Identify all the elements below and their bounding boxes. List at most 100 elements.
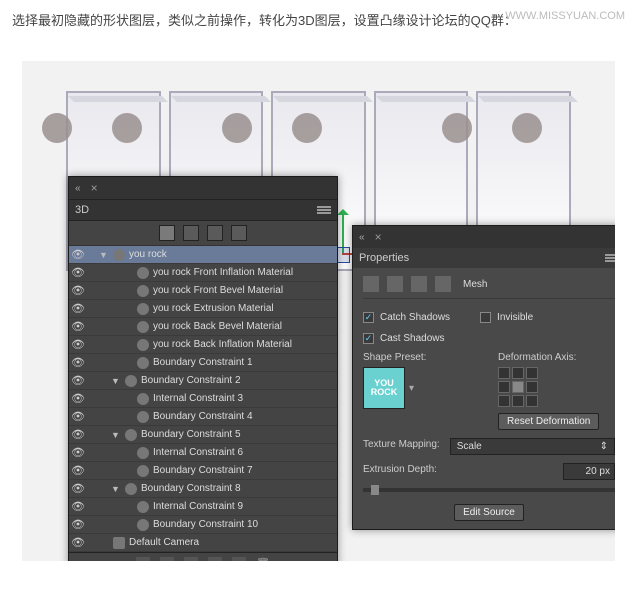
- visibility-icon[interactable]: 👁: [69, 518, 87, 531]
- visibility-icon[interactable]: 👁: [69, 464, 87, 477]
- visibility-icon[interactable]: 👁: [69, 374, 87, 387]
- panel-3d-header[interactable]: « ×: [69, 177, 337, 200]
- visibility-icon[interactable]: 👁: [69, 410, 87, 423]
- expand-arrow-icon[interactable]: ▼: [111, 376, 121, 386]
- visibility-icon[interactable]: 👁: [69, 536, 87, 549]
- export-icon[interactable]: [232, 557, 246, 561]
- menu-icon[interactable]: [605, 253, 615, 263]
- mesh-icon: [125, 429, 137, 441]
- circle-shape: [292, 113, 322, 143]
- visibility-icon[interactable]: 👁: [69, 320, 87, 333]
- checkbox-icon[interactable]: [480, 312, 491, 323]
- panel-properties-header[interactable]: « ×: [353, 226, 615, 248]
- filter-material-icon[interactable]: [207, 225, 223, 241]
- extrusion-depth-input[interactable]: 20 px: [563, 463, 615, 480]
- layer-row[interactable]: 👁 Internal Constraint 3: [69, 390, 337, 408]
- texture-mapping-select[interactable]: Scale ⇕: [450, 438, 615, 455]
- visibility-icon[interactable]: 👁: [69, 356, 87, 369]
- visibility-icon[interactable]: 👁: [69, 392, 87, 405]
- layer-row[interactable]: 👁 ▼ Boundary Constraint 2: [69, 372, 337, 390]
- layer-row[interactable]: 👁Default Camera: [69, 534, 337, 552]
- collapse-icon[interactable]: «: [359, 232, 365, 243]
- layer-row[interactable]: 👁Boundary Constraint 10: [69, 516, 337, 534]
- visibility-icon[interactable]: 👁: [69, 266, 87, 279]
- panel-3d-title: 3D: [75, 204, 89, 216]
- mesh-icon: [125, 375, 137, 387]
- expand-arrow-icon[interactable]: ▼: [111, 430, 121, 440]
- layer-row[interactable]: 👁you rock Extrusion Material: [69, 300, 337, 318]
- layer-row[interactable]: 👁you rock Back Bevel Material: [69, 318, 337, 336]
- visibility-icon[interactable]: 👁: [69, 284, 87, 297]
- mesh-mode-icon[interactable]: [363, 276, 379, 292]
- panel-3d-tab[interactable]: 3D: [69, 200, 337, 221]
- edit-source-button[interactable]: Edit Source: [454, 504, 524, 521]
- checkbox-icon[interactable]: [363, 333, 374, 344]
- filter-light-icon[interactable]: [231, 225, 247, 241]
- panel-3d-toolbar: [69, 221, 337, 246]
- mesh-icon: [137, 321, 149, 333]
- checkbox-icon[interactable]: [363, 312, 374, 323]
- shape-preset-thumb[interactable]: YOU ROCK: [363, 367, 405, 409]
- reset-deformation-button[interactable]: Reset Deformation: [498, 413, 599, 430]
- layer-row[interactable]: 👁Boundary Constraint 7: [69, 462, 337, 480]
- scene-icon[interactable]: [184, 557, 198, 561]
- expand-arrow-icon[interactable]: ▼: [111, 484, 121, 494]
- panel-properties-title: Properties: [359, 252, 409, 264]
- cast-shadows-checkbox[interactable]: Cast Shadows: [363, 333, 615, 344]
- layer-row[interactable]: 👁 you rock Back Inflation Material: [69, 336, 337, 354]
- catch-shadows-checkbox[interactable]: Catch Shadows: [363, 312, 450, 323]
- mesh-icon: [113, 249, 125, 261]
- invisible-checkbox[interactable]: Invisible: [480, 312, 533, 323]
- render-icon[interactable]: [208, 557, 222, 561]
- visibility-icon[interactable]: 👁: [69, 446, 87, 459]
- cap-mode-icon[interactable]: [411, 276, 427, 292]
- menu-icon[interactable]: [317, 205, 331, 215]
- light-icon[interactable]: [160, 557, 174, 561]
- chevron-updown-icon: ⇕: [600, 441, 608, 452]
- layer-label: Boundary Constraint 2: [141, 375, 333, 386]
- layer-row[interactable]: 👁Internal Constraint 6: [69, 444, 337, 462]
- close-icon[interactable]: ×: [375, 230, 382, 244]
- visibility-icon[interactable]: 👁: [69, 302, 87, 315]
- visibility-icon[interactable]: 👁: [69, 500, 87, 513]
- slider-thumb[interactable]: [371, 485, 379, 495]
- layer-label: Boundary Constraint 5: [141, 429, 333, 440]
- visibility-icon[interactable]: 👁: [69, 428, 87, 441]
- layer-row[interactable]: 👁Internal Constraint 9: [69, 498, 337, 516]
- layer-row[interactable]: 👁 ▼ Boundary Constraint 5: [69, 426, 337, 444]
- deform-mode-icon[interactable]: [387, 276, 403, 292]
- collapse-icon[interactable]: «: [75, 183, 81, 194]
- cast-shadows-label: Cast Shadows: [380, 333, 444, 344]
- close-icon[interactable]: ×: [91, 181, 98, 195]
- mesh-icon: [137, 447, 149, 459]
- filter-mesh-icon[interactable]: [183, 225, 199, 241]
- layer-row[interactable]: 👁 ▼ Boundary Constraint 8: [69, 480, 337, 498]
- chevron-down-icon[interactable]: ▾: [409, 383, 414, 394]
- filter-scene-icon[interactable]: [159, 225, 175, 241]
- mesh-icon: [125, 483, 137, 495]
- layer-label: Internal Constraint 3: [153, 393, 333, 404]
- mesh-icon: [137, 519, 149, 531]
- visibility-icon[interactable]: 👁: [69, 248, 87, 261]
- deformation-axis-grid[interactable]: [498, 367, 538, 407]
- mesh-icon: [137, 501, 149, 513]
- layer-label: Boundary Constraint 8: [141, 483, 333, 494]
- expand-arrow-icon[interactable]: ▼: [99, 250, 109, 260]
- visibility-icon[interactable]: 👁: [69, 338, 87, 351]
- mesh-icon: [137, 411, 149, 423]
- panel-properties-tab[interactable]: Properties: [353, 248, 615, 268]
- mesh-icon: [137, 357, 149, 369]
- layer-row[interactable]: 👁Boundary Constraint 4: [69, 408, 337, 426]
- layer-label: you rock Back Inflation Material: [153, 339, 333, 350]
- trash-icon[interactable]: 🗑: [256, 557, 270, 561]
- layer-label: you rock Front Bevel Material: [153, 285, 333, 296]
- extrusion-slider[interactable]: [363, 488, 615, 492]
- add-icon[interactable]: [136, 557, 150, 561]
- visibility-icon[interactable]: 👁: [69, 482, 87, 495]
- layer-row[interactable]: 👁 you rock Front Bevel Material: [69, 282, 337, 300]
- layer-row[interactable]: 👁▼you rock: [69, 246, 337, 264]
- layer-row[interactable]: 👁Boundary Constraint 1: [69, 354, 337, 372]
- mesh-icon: [137, 339, 149, 351]
- layer-row[interactable]: 👁you rock Front Inflation Material: [69, 264, 337, 282]
- coord-mode-icon[interactable]: [435, 276, 451, 292]
